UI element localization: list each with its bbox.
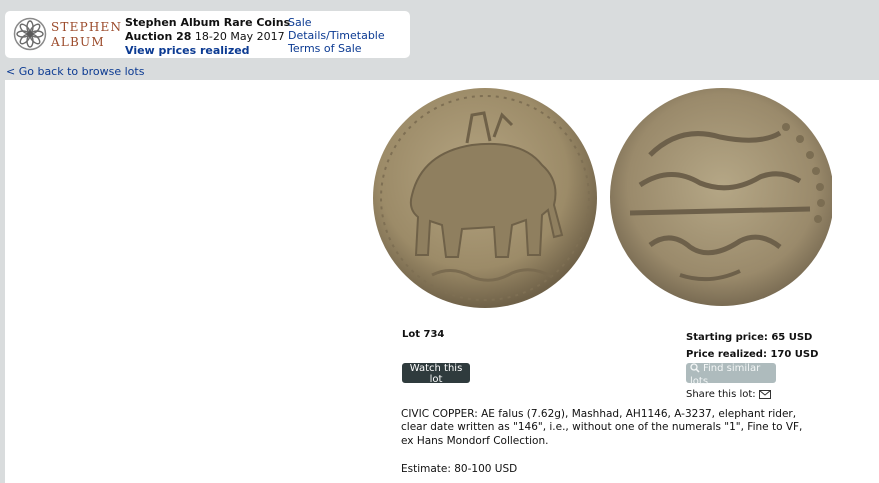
lot-number: Lot 734 <box>402 329 445 340</box>
logo-word-album: ALBUM <box>51 35 105 49</box>
starting-price: Starting price: 65 USD <box>686 332 813 343</box>
coin-reverse <box>610 88 832 306</box>
lot-content-panel: Lot 734 Watch this lot Starting price: 6… <box>5 80 879 483</box>
search-icon <box>690 363 700 376</box>
price-block: Starting price: 65 USD Price realized: 1… <box>686 329 818 363</box>
auction-dates: 18-20 May 2017 <box>194 30 285 43</box>
find-similar-lots-button[interactable]: Find similar lots <box>686 363 776 387</box>
header-card: STEPHEN ALBUM Stephen Album Rare Coins A… <box>5 11 410 58</box>
coin-photo[interactable] <box>372 85 832 313</box>
lot-description: CIVIC COPPER: AE falus (7.62g), Mashhad,… <box>401 408 803 447</box>
logo-word-stephen: STEPHEN <box>51 20 123 34</box>
price-realized: Price realized: 170 USD <box>686 349 819 360</box>
stephen-album-logo[interactable]: STEPHEN ALBUM <box>13 17 125 51</box>
terms-of-sale-link[interactable]: Terms of Sale <box>288 42 410 55</box>
auction-info: Stephen Album Rare Coins Auction 28 18-2… <box>125 16 290 58</box>
sale-details-link[interactable]: Sale Details/Timetable <box>288 16 410 42</box>
share-label: Share this lot: <box>686 389 756 400</box>
auction-line: Auction 28 18-20 May 2017 <box>125 30 290 44</box>
auction-number: Auction 28 <box>125 30 192 43</box>
watch-lot-button[interactable]: Watch this lot <box>402 363 470 385</box>
coin-obverse <box>373 88 597 308</box>
auction-house-name: Stephen Album Rare Coins <box>125 16 291 29</box>
find-similar-lots-label: Find similar lots <box>690 363 761 387</box>
header-links: Sale Details/Timetable Terms of Sale <box>288 16 410 55</box>
rosette-seal-icon <box>13 17 47 51</box>
back-to-browse-lots-link[interactable]: < Go back to browse lots <box>6 65 144 78</box>
envelope-icon[interactable] <box>758 390 771 402</box>
view-prices-realized-link[interactable]: View prices realized <box>125 44 250 57</box>
share-row: Share this lot: <box>686 389 771 402</box>
lot-estimate: Estimate: 80-100 USD <box>401 463 518 475</box>
